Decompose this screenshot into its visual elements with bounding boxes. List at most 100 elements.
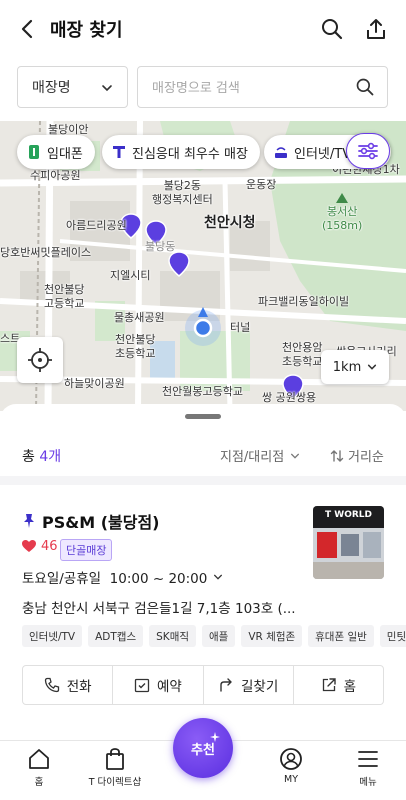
section-divider xyxy=(0,476,406,485)
map-label: 운동장 xyxy=(246,178,277,191)
user-icon xyxy=(280,748,302,770)
sort-arrows-icon xyxy=(330,449,344,462)
store-likes-count: 46 xyxy=(41,539,58,554)
store-card[interactable]: PS&M (불당점) 46 단골매장 토요일/공휴일 10:00 ~ 20:00… xyxy=(0,485,406,715)
phone-rental-icon xyxy=(29,145,39,159)
calendar-check-icon xyxy=(134,678,150,693)
home-icon xyxy=(29,749,49,769)
map-label: 천안불당 고등학교 xyxy=(44,283,85,310)
service-tag: 애플 xyxy=(202,625,236,647)
service-tag: 휴대폰 일반 xyxy=(308,625,374,647)
call-button[interactable]: 전화 xyxy=(23,666,114,704)
t-logo-icon xyxy=(113,146,125,158)
nav-my[interactable]: MY xyxy=(256,747,326,785)
store-photo: T WORLD xyxy=(313,506,384,579)
homepage-label: 홈 xyxy=(343,679,357,695)
service-tags: 인터넷/TV ADT캡스 SK매직 애플 VR 체험존 휴대폰 일반 민팃(중고… xyxy=(22,625,406,647)
call-label: 전화 xyxy=(66,679,92,695)
page-title: 매장 찾기 xyxy=(50,20,123,41)
chevron-down-icon xyxy=(291,453,300,459)
store-hours[interactable]: 토요일/공휴일 10:00 ~ 20:00 xyxy=(22,567,223,587)
chip-rental-phone[interactable]: 임대폰 xyxy=(17,135,95,169)
filter-settings-button[interactable] xyxy=(346,133,390,169)
map-label: 봉서산 (158m) xyxy=(322,205,363,232)
store-likes[interactable]: 46 xyxy=(22,539,58,554)
map-label: 천안용암 초등학교 xyxy=(282,341,323,368)
reserve-label: 예약 xyxy=(156,679,182,695)
nav-my-label: MY xyxy=(284,774,298,785)
service-tag: ADT캡스 xyxy=(88,625,144,647)
map-label: 불당2동 행정복지센터 xyxy=(152,179,213,206)
result-count-number: 4개 xyxy=(39,449,62,465)
service-tag: 민팃(중고폰 판 xyxy=(379,625,406,647)
router-icon xyxy=(275,147,287,158)
nav-home-label: 홈 xyxy=(34,777,44,788)
store-search-input[interactable] xyxy=(152,77,352,99)
homepage-button[interactable]: 홈 xyxy=(294,666,383,704)
search-type-value: 매장명 xyxy=(32,80,71,96)
sheet-drag-handle[interactable] xyxy=(185,414,221,419)
directions-button[interactable]: 길찾기 xyxy=(204,666,294,704)
search-icon[interactable] xyxy=(355,77,375,97)
radius-select[interactable]: 1km xyxy=(321,350,389,384)
result-count: 총 4개 xyxy=(22,446,61,466)
directions-label: 길찾기 xyxy=(240,679,279,695)
map-label: 지엘시티 xyxy=(110,269,151,282)
nav-home[interactable]: 홈 xyxy=(4,747,74,788)
chevron-down-icon xyxy=(214,574,223,580)
nav-menu-label: 메뉴 xyxy=(359,777,377,788)
heart-icon xyxy=(22,540,36,552)
map-label: 당호반써밋플레이스 xyxy=(0,246,92,259)
branch-type-filter[interactable]: 지점/대리점 xyxy=(220,446,300,465)
branch-type-label: 지점/대리점 xyxy=(220,450,285,465)
map-label: 천안불당 초등학교 xyxy=(115,333,156,360)
store-title: PS&M (불당점) xyxy=(22,509,159,533)
hamburger-menu-icon xyxy=(358,751,378,767)
back-arrow-icon[interactable] xyxy=(16,17,40,41)
nav-menu[interactable]: 메뉴 xyxy=(333,747,403,788)
chevron-down-icon xyxy=(368,364,377,370)
crosshair-icon xyxy=(28,348,52,372)
map-label: 터널 xyxy=(230,321,251,334)
store-photo-sign: T WORLD xyxy=(325,510,372,520)
chip-best-store[interactable]: 진심응대 최우수 매장 xyxy=(102,135,260,169)
recommend-fab[interactable]: 추천 xyxy=(173,718,233,778)
map-label: 아름드리공원 xyxy=(66,219,127,232)
reserve-button[interactable]: 예약 xyxy=(113,666,204,704)
shopping-bag-icon xyxy=(106,748,124,770)
store-search-box[interactable] xyxy=(137,66,388,108)
nav-direct-shop-label: T 다이렉트샵 xyxy=(88,777,142,788)
sort-distance-button[interactable]: 거리순 xyxy=(330,446,384,465)
share-icon[interactable] xyxy=(364,17,388,41)
directions-icon xyxy=(220,678,232,692)
external-link-icon xyxy=(322,678,336,692)
store-name-text: PS&M (불당점) xyxy=(42,513,160,532)
sparkle-icon xyxy=(210,732,220,742)
regular-store-badge: 단골매장 xyxy=(60,539,113,561)
store-hours-text: 토요일/공휴일 10:00 ~ 20:00 xyxy=(22,571,208,587)
chevron-down-icon xyxy=(102,85,112,92)
phone-icon xyxy=(44,677,59,693)
chip-label: 진심응대 최우수 매장 xyxy=(132,146,248,162)
service-tag: SK매직 xyxy=(149,625,197,647)
sliders-icon xyxy=(358,142,378,160)
radius-value: 1km xyxy=(332,359,362,375)
my-location-button[interactable] xyxy=(17,337,63,383)
service-tag: 인터넷/TV xyxy=(22,625,83,647)
chip-label: 임대폰 xyxy=(47,146,83,162)
map-label: 수피아공원 xyxy=(30,169,81,182)
store-actions: 전화 예약 길찾기 홈 xyxy=(22,665,384,705)
map-label: 하늘맞이공원 xyxy=(64,377,125,390)
chip-label: 인터넷/TV xyxy=(294,146,352,162)
map-label: 천안시청 xyxy=(204,215,256,231)
search-type-select[interactable]: 매장명 xyxy=(17,66,128,108)
map-label: 쌍 공원쌍용 xyxy=(262,391,317,404)
map-label: 물총새공원 xyxy=(114,311,165,324)
search-icon[interactable] xyxy=(320,17,344,41)
result-count-prefix: 총 xyxy=(22,449,35,465)
service-tag: VR 체험존 xyxy=(241,625,303,647)
nav-direct-shop[interactable]: T 다이렉트샵 xyxy=(80,747,150,788)
app-header: 매장 찾기 xyxy=(0,0,406,58)
sort-distance-label: 거리순 xyxy=(348,450,384,465)
map-label: 불당동 xyxy=(145,240,176,253)
